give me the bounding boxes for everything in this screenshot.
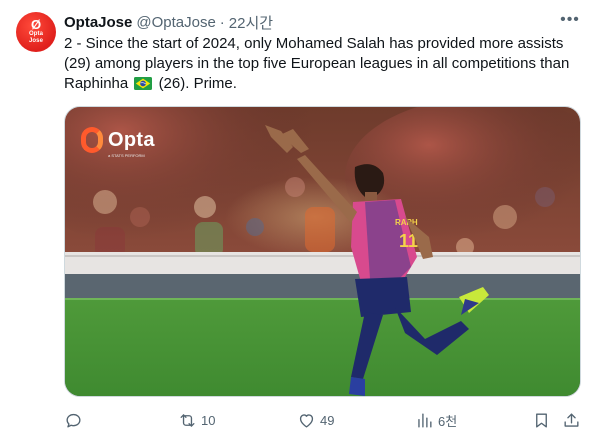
repost-count: 10 <box>201 412 216 428</box>
opta-watermark-text: Opta <box>108 128 155 151</box>
avatar-subtext: Jose <box>28 38 44 44</box>
opta-logo-icon <box>81 127 103 153</box>
avatar[interactable]: Ø Opta Jose <box>16 12 56 52</box>
repost-icon <box>180 413 195 427</box>
opta-watermark-sub: a STATS PERFORM <box>108 153 145 158</box>
tweet-text-part-2: (26). Prime. <box>158 75 237 92</box>
bookmark-button[interactable] <box>532 408 551 432</box>
views-button[interactable]: 6천 <box>415 408 457 432</box>
handle[interactable]: @OptaJose <box>136 14 215 31</box>
tweet-actions: 10 49 6천 <box>60 408 588 432</box>
tweet[interactable]: Ø Opta Jose OptaJose @OptaJose · 22시간 ••… <box>0 0 598 442</box>
reply-button[interactable] <box>64 408 87 432</box>
more-horizontal-icon[interactable]: ••• <box>560 10 580 30</box>
repost-button[interactable]: 10 <box>178 408 215 432</box>
avatar-text: Opta <box>28 31 44 37</box>
share-icon <box>564 412 579 427</box>
views-count: 6천 <box>438 413 458 429</box>
brazil-flag-icon <box>134 77 153 90</box>
reply-icon <box>66 413 81 428</box>
views-icon <box>418 412 432 428</box>
bookmark-icon <box>536 412 547 428</box>
timestamp[interactable]: 22시간 <box>229 12 273 33</box>
share-button[interactable] <box>562 408 581 432</box>
separator-dot: · <box>219 13 225 31</box>
opta-watermark: Opta a STATS PERFORM <box>81 127 155 158</box>
display-name[interactable]: OptaJose <box>64 14 132 31</box>
like-button[interactable]: 49 <box>297 408 334 432</box>
like-count: 49 <box>320 412 335 428</box>
avatar-mark: Ø <box>30 17 42 32</box>
tweet-header: OptaJose @OptaJose · 22시간 ••• <box>64 10 582 33</box>
heart-icon <box>299 413 314 428</box>
tweet-text: 2 - Since the start of 2024, only Mohame… <box>64 34 579 94</box>
tweet-media-photo[interactable]: RAPH 11 Opta a STATS PERFORM <box>64 106 581 397</box>
